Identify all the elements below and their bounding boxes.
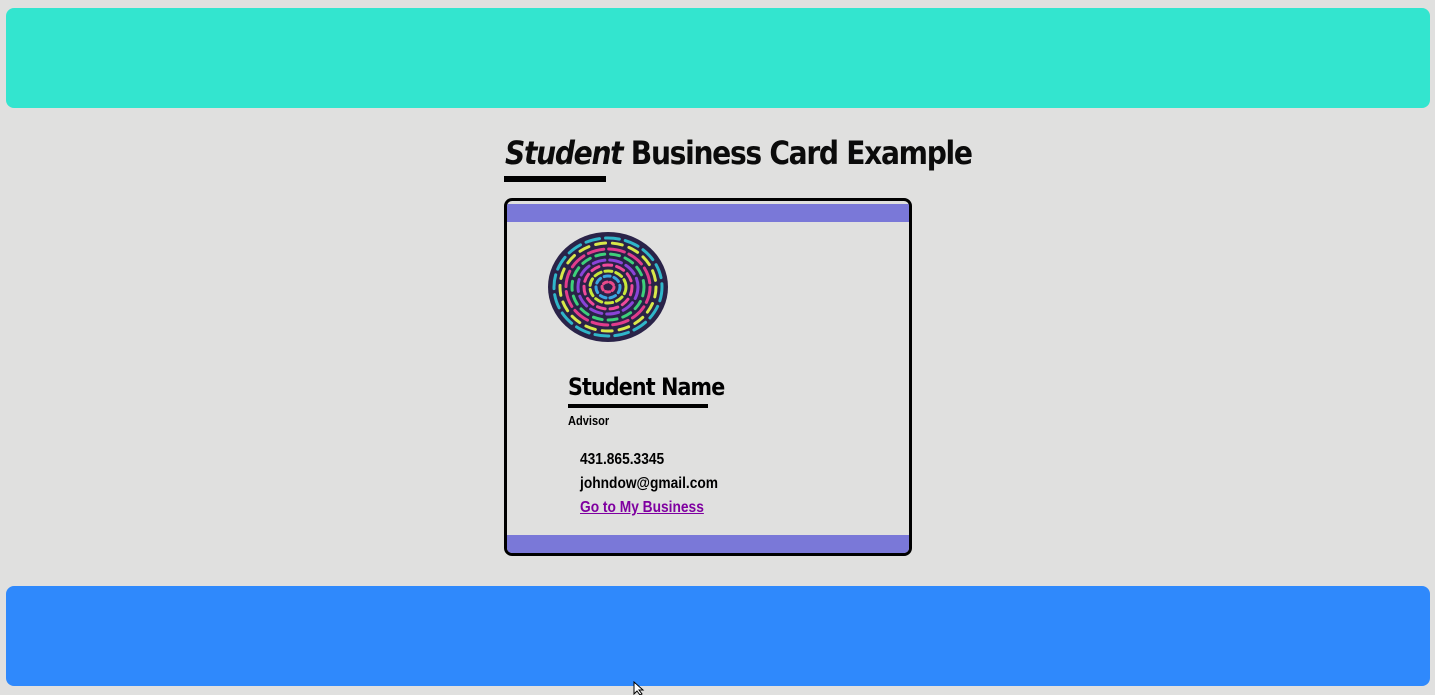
title-underline: [504, 176, 606, 182]
name-underline: [568, 404, 708, 408]
card-bottom-bar: [507, 535, 909, 553]
email-address: johndow@gmail.com: [580, 475, 719, 492]
bottom-banner: [6, 586, 1430, 686]
business-card: Student Name Advisor 431.865.3345 johndo…: [504, 198, 912, 556]
card-top-bar: [507, 204, 909, 222]
spiral-art-icon: [548, 232, 668, 342]
page-title-emphasis: Student: [505, 134, 624, 172]
business-link[interactable]: Go to My Business: [580, 499, 704, 517]
top-banner: [6, 8, 1430, 108]
page-title: Student Business Card Example: [505, 130, 973, 176]
student-name: Student Name: [568, 373, 725, 401]
phone-number: 431.865.3345: [580, 451, 665, 468]
role-label: Advisor: [568, 413, 610, 428]
mouse-cursor-icon: [633, 681, 645, 695]
page-title-rest: Business Card Example: [622, 134, 973, 172]
